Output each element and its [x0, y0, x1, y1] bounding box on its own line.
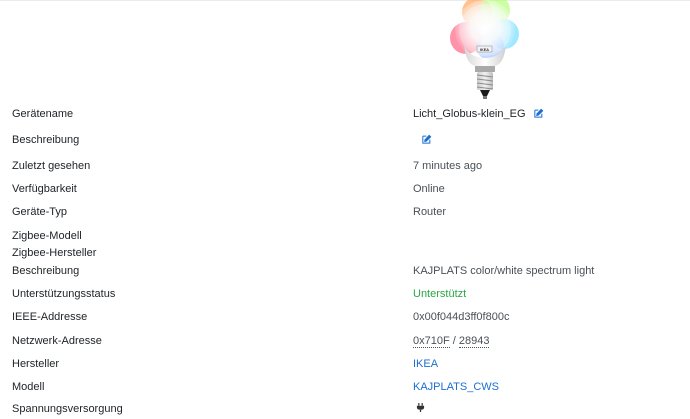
- last-seen-label: Zuletzt gesehen: [12, 160, 91, 172]
- power-source-value: [413, 399, 425, 419]
- network-address-value: 0x710F / 28943: [413, 331, 490, 351]
- ieee-address-value: 0x00f044d3ff0f800c: [413, 311, 510, 323]
- row-model: Modell KAJPLATS_CWS: [0, 377, 690, 397]
- row-description: Beschreibung: [0, 130, 690, 150]
- device-type-value: Router: [413, 206, 447, 218]
- row-last-seen: Zuletzt gesehen 7 minutes ago: [0, 156, 690, 176]
- availability-value: Online: [413, 183, 445, 195]
- device-name-label: Gerätename: [12, 108, 74, 120]
- edit-icon[interactable]: [422, 134, 432, 144]
- model-label: Modell: [12, 381, 45, 393]
- top-border: [0, 0, 690, 1]
- model-link[interactable]: KAJPLATS_CWS: [413, 377, 499, 397]
- device-image: IKEA: [450, 0, 520, 104]
- manufacturer-link[interactable]: IKEA: [413, 354, 438, 374]
- product-description-label: Beschreibung: [12, 265, 80, 277]
- last-seen-value: 7 minutes ago: [413, 160, 483, 172]
- row-zigbee-manufacturer: Zigbee-Hersteller: [0, 243, 690, 263]
- network-address-separator: /: [452, 335, 456, 347]
- availability-label: Verfügbarkeit: [12, 183, 77, 195]
- device-name-value: Licht_Globus-klein_EG: [413, 104, 544, 124]
- plug-icon: [416, 403, 425, 412]
- network-address-label: Netzwerk-Adresse: [12, 335, 102, 347]
- row-support-status: Unterstützungsstatus Unterstützt: [0, 284, 690, 304]
- bulb-brand-label: IKEA: [480, 48, 489, 52]
- row-network-address: Netzwerk-Adresse 0x710F / 28943: [0, 331, 690, 351]
- row-availability: Verfügbarkeit Online: [0, 179, 690, 199]
- device-name-text: Licht_Globus-klein_EG: [413, 108, 526, 120]
- power-source-label: Spannungsversorgung: [12, 403, 123, 415]
- description-label: Beschreibung: [12, 134, 80, 146]
- support-status-label: Unterstützungsstatus: [12, 288, 116, 300]
- edit-icon[interactable]: [533, 108, 544, 118]
- ieee-address-label: IEEE-Addresse: [12, 311, 88, 323]
- row-device-type: Geräte-Typ Router: [0, 202, 690, 222]
- bulb-icon: IKEA: [450, 0, 519, 99]
- description-value: [413, 130, 432, 150]
- row-device-name: Gerätename Licht_Globus-klein_EG: [0, 104, 690, 124]
- device-type-label: Geräte-Typ: [12, 206, 68, 218]
- row-manufacturer: Hersteller IKEA: [0, 354, 690, 374]
- support-status-value: Unterstützt: [413, 288, 467, 300]
- manufacturer-label: Hersteller: [12, 358, 60, 370]
- zigbee-manufacturer-label: Zigbee-Hersteller: [12, 247, 97, 259]
- network-address-dec: 28943: [458, 335, 490, 348]
- product-description-value: KAJPLATS color/white spectrum light: [413, 265, 595, 277]
- row-ieee-address: IEEE-Addresse 0x00f044d3ff0f800c: [0, 307, 690, 327]
- row-power-source: Spannungsversorgung: [0, 399, 690, 419]
- row-product-description: Beschreibung KAJPLATS color/white spectr…: [0, 261, 690, 281]
- network-address-hex: 0x710F: [413, 335, 450, 348]
